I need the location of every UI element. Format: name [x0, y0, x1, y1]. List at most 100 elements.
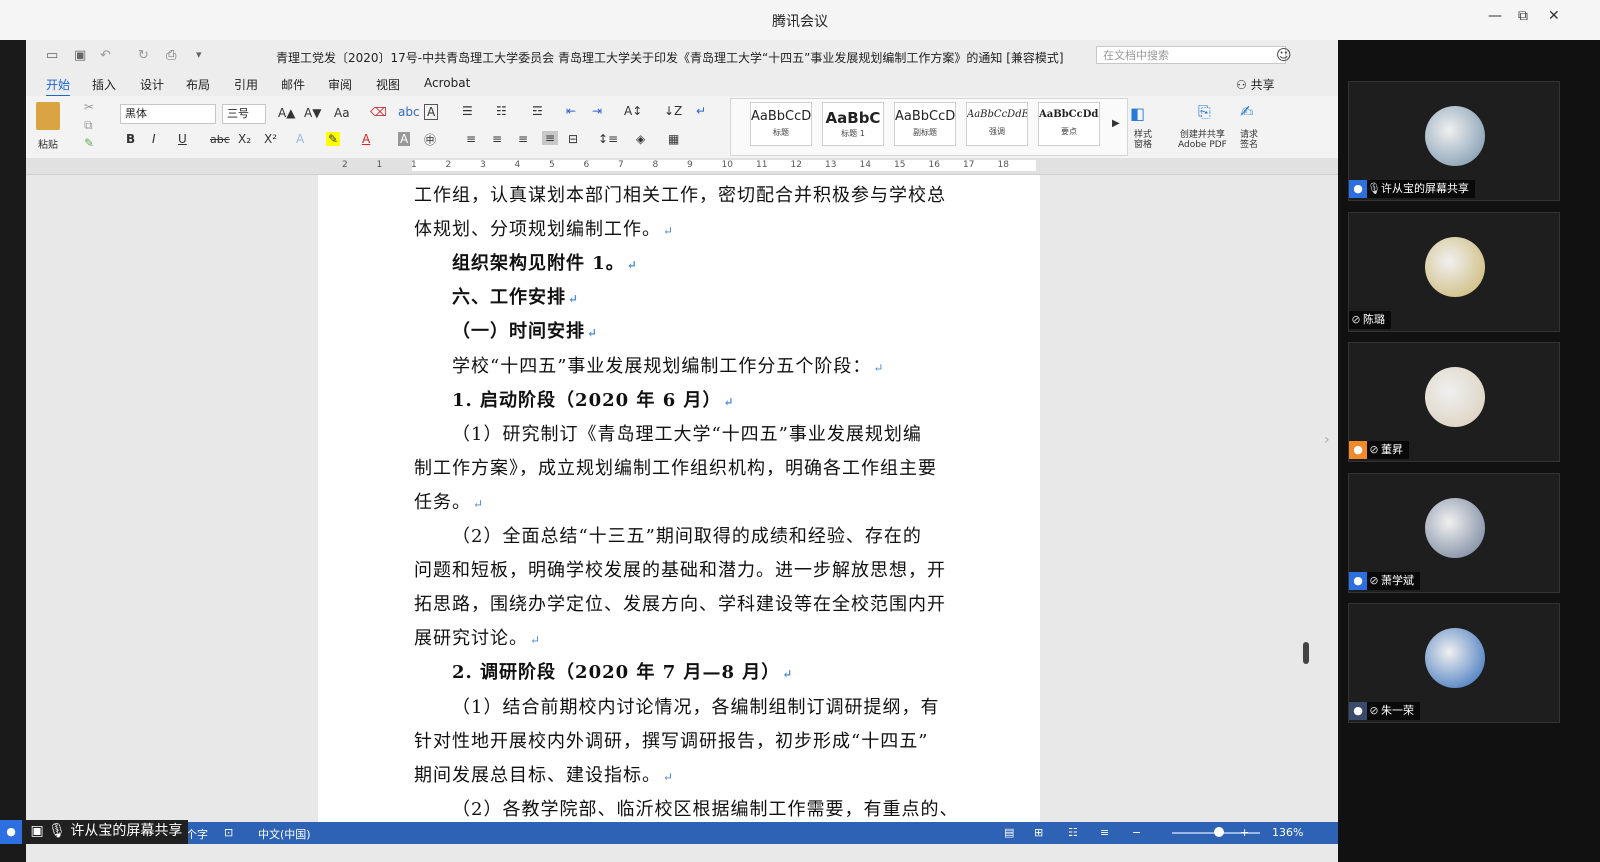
zoom-out-icon[interactable]: −	[1132, 826, 1141, 839]
undo-icon[interactable]: ↶	[100, 48, 111, 63]
align-right-icon[interactable]: ≡	[518, 132, 528, 146]
request-signature-icon[interactable]: ✍	[1240, 102, 1253, 121]
screen-share-indicator[interactable]: ● ▣ 🎙 许从宝的屏幕共享	[0, 820, 188, 844]
minimize-icon[interactable]: —	[1488, 8, 1502, 24]
character-shading-icon[interactable]: A	[398, 132, 411, 146]
subscript-button[interactable]: X₂	[238, 132, 251, 146]
underline-button[interactable]: U	[178, 132, 187, 146]
participant-tile[interactable]: ● ⊘ 董昇	[1348, 342, 1560, 462]
web-layout-icon[interactable]: ⊞	[1034, 826, 1043, 839]
styles-pane-label[interactable]: 样式 窗格	[1134, 130, 1152, 150]
shading-icon[interactable]: ◈	[636, 132, 645, 146]
tab-mailings[interactable]: 邮件	[281, 76, 305, 93]
sidebar-toggle-icon[interactable]: ▭	[46, 48, 58, 63]
numbering-icon[interactable]: ☷	[496, 104, 507, 118]
align-center-icon[interactable]: ≡	[492, 132, 502, 146]
proofing-icon[interactable]: ⊡	[224, 826, 233, 839]
style-strong[interactable]: AaBbCcDdEe 要点	[1038, 102, 1100, 146]
align-left-icon[interactable]: ≡	[466, 132, 476, 146]
outline-view-icon[interactable]: ☷	[1068, 826, 1078, 839]
draft-view-icon[interactable]: ≡	[1100, 826, 1109, 839]
superscript-button[interactable]: X²	[264, 132, 277, 146]
tab-layout[interactable]: 布局	[186, 76, 210, 93]
line-text: 期间发展总目标、建设指标。	[414, 764, 661, 786]
style-heading1[interactable]: AaBbC 标题 1	[822, 102, 884, 146]
grow-font-icon[interactable]: A▲	[278, 106, 295, 120]
paste-label[interactable]: 粘贴	[38, 136, 58, 151]
line-spacing-icon[interactable]: ↕≡	[598, 132, 618, 146]
language-indicator[interactable]: 中文(中国)	[258, 826, 311, 842]
styles-more-icon[interactable]: ▶	[1112, 118, 1120, 129]
line-text: 工作组，认真谋划本部门相关工作，密切配合并积极参与学校总	[414, 185, 946, 206]
redo-icon[interactable]: ↻	[138, 48, 149, 63]
sort-icon[interactable]: ↓Z	[664, 104, 682, 118]
close-icon[interactable]: ✕	[1548, 8, 1560, 24]
chevron-right-icon[interactable]: ›	[1324, 432, 1330, 448]
text-direction-icon[interactable]: A↕	[624, 104, 642, 118]
tab-review[interactable]: 审阅	[328, 76, 352, 93]
multilevel-list-icon[interactable]: ☲	[532, 104, 543, 118]
decrease-indent-icon[interactable]: ⇤	[566, 104, 576, 118]
style-sample: AaBbCcD	[895, 109, 955, 124]
zoom-slider-knob[interactable]	[1214, 827, 1224, 837]
phonetic-guide-icon[interactable]: abc	[398, 105, 420, 119]
customize-toolbar-icon[interactable]: ▾	[196, 48, 202, 61]
font-color-icon[interactable]: A	[362, 132, 370, 146]
zoom-level[interactable]: 136%	[1272, 826, 1303, 839]
borders-icon[interactable]: ▦	[668, 132, 679, 146]
cut-icon[interactable]: ✂	[84, 100, 94, 114]
italic-button[interactable]: I	[152, 132, 156, 146]
document-search-input[interactable]: 在文档中搜索	[1096, 46, 1286, 64]
line-text: 展研究讨论。	[414, 628, 528, 650]
copy-icon[interactable]: ⧉	[84, 118, 93, 133]
feedback-smiley-icon[interactable]: ☺	[1276, 46, 1292, 64]
justify-icon[interactable]: ≡	[542, 131, 559, 145]
font-name-select[interactable]: 黑体	[120, 104, 216, 124]
print-layout-icon[interactable]: ▤	[1004, 826, 1014, 839]
shrink-font-icon[interactable]: A▼	[304, 106, 321, 120]
font-size-select[interactable]: 三号	[222, 104, 266, 124]
styles-pane-icon[interactable]: ◧	[1130, 104, 1145, 123]
participant-tile[interactable]: ● 🎙许从宝的屏幕共享	[1348, 81, 1560, 201]
distributed-icon[interactable]: ⊟	[568, 132, 578, 146]
format-painter-icon[interactable]: ✎	[84, 136, 94, 150]
text-effects-icon[interactable]: A	[296, 132, 304, 146]
tab-design[interactable]: 设计	[140, 76, 164, 93]
restore-icon[interactable]: ⧉	[1518, 8, 1528, 24]
request-signature-label[interactable]: 请求 签名	[1240, 130, 1258, 150]
increase-indent-icon[interactable]: ⇥	[592, 104, 602, 118]
bold-button[interactable]: B	[126, 132, 135, 146]
show-marks-icon[interactable]: ↵	[696, 104, 706, 118]
enclose-character-icon[interactable]: ㊥	[424, 131, 436, 148]
strikethrough-button[interactable]: abc	[210, 133, 230, 146]
print-icon[interactable]: ⎙	[166, 48, 176, 63]
tab-acrobat[interactable]: Acrobat	[424, 76, 470, 90]
avatar	[1425, 497, 1485, 558]
create-pdf-label[interactable]: 创建并共享 Adobe PDF	[1178, 130, 1227, 150]
document-line: 学校“十四五”事业发展规划编制工作分五个阶段： ↵	[452, 352, 884, 378]
change-case-icon[interactable]: Aa	[334, 106, 350, 120]
tab-references[interactable]: 引用	[234, 76, 258, 93]
bullets-icon[interactable]: ☰	[462, 104, 473, 118]
document-page[interactable]: 工作组，认真谋划本部门相关工作，密切配合并积极参与学校总 体规划、分项规划编制工作…	[318, 175, 1040, 822]
participant-tile[interactable]: ● ⊘ 萧学斌	[1348, 472, 1560, 593]
highlight-icon[interactable]: ✎	[326, 132, 341, 146]
vertical-scrollbar[interactable]	[1303, 642, 1309, 664]
participant-tile[interactable]: ● ⊘ 朱一荣	[1348, 603, 1560, 723]
style-subtitle[interactable]: AaBbCcD 副标题	[894, 102, 956, 146]
character-border-icon[interactable]: A	[424, 104, 439, 120]
clipboard-icon[interactable]	[36, 102, 60, 130]
create-pdf-icon[interactable]: ⎘	[1198, 102, 1211, 122]
clear-format-icon[interactable]: ⌫	[370, 105, 387, 119]
share-button[interactable]: ⚇ 共享	[1236, 76, 1275, 93]
tab-home[interactable]: 开始	[46, 76, 71, 97]
participant-tile[interactable]: ⊘ 陈璐	[1348, 211, 1560, 332]
style-title[interactable]: AaBbCcD 标题	[750, 102, 812, 146]
zoom-in-icon[interactable]: +	[1240, 826, 1249, 839]
tab-insert[interactable]: 插入	[92, 76, 116, 93]
save-icon[interactable]: ▣	[74, 48, 86, 63]
tab-view[interactable]: 视图	[376, 76, 400, 93]
horizontal-ruler[interactable]: 2 1 1 2 3 4 5 6 7 8 9 10 11 12 13 14 15 16 17 18	[26, 158, 1338, 175]
word-count[interactable]: 个字	[186, 826, 208, 842]
style-emphasis[interactable]: AaBbCcDdEe 强调	[966, 102, 1028, 146]
